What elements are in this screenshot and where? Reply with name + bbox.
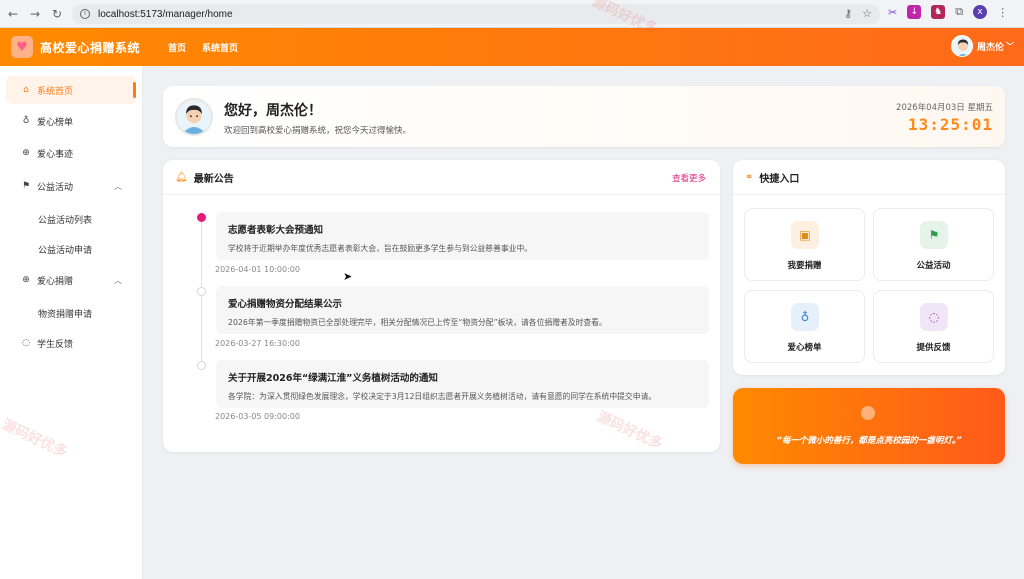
sidebar-item-label: 学生反馈 bbox=[37, 339, 74, 350]
sidebar-item-donation[interactable]: ⊕ 爱心捐赠 ︿ bbox=[6, 266, 136, 294]
motto-card: “每一个微小的善行，都是点亮校园的一盏明灯。” bbox=[733, 388, 1005, 464]
current-date: 2026年04月03日 星期五 bbox=[896, 103, 993, 113]
lightbulb-icon bbox=[861, 406, 875, 420]
announcements-header: 🔔︎ 最新公告 查看更多 bbox=[163, 160, 720, 195]
quick-tile-label: 我要捐赠 bbox=[787, 261, 822, 271]
quick-tile-label: 提供反馈 bbox=[916, 343, 951, 353]
url-text: localhost:5173/manager/home bbox=[98, 8, 233, 20]
announcement-title: 志愿者表彰大会预通知 bbox=[228, 225, 324, 236]
announcement-body: 学校将于近期举办年度优秀志愿者表彰大会，旨在鼓励更多学生参与到公益慈善事业中。 bbox=[228, 244, 533, 253]
back-icon[interactable]: ← bbox=[4, 5, 22, 23]
sidebar-item-home[interactable]: ⌂ 系统首页 bbox=[6, 76, 136, 104]
sidebar-item-activity-apply[interactable]: 公益活动申请 bbox=[38, 243, 92, 256]
motto-text: “每一个微小的善行，都是点亮校园的一盏明灯。” bbox=[776, 436, 962, 446]
sidebar-item-label: 系统首页 bbox=[37, 86, 74, 97]
quick-ranking-button[interactable]: ♁ 爱心榜单 bbox=[744, 290, 865, 363]
chevron-up-icon: ︿ bbox=[114, 181, 122, 191]
app-header: ♥ 高校爱心捐赠系统 首页 系统首页 周杰伦 ﹀ bbox=[0, 28, 1024, 66]
bookmark-star-icon[interactable]: ☆ bbox=[862, 7, 872, 20]
timeline-dot bbox=[197, 213, 206, 222]
announcement-title: 爱心捐赠物资分配结果公示 bbox=[228, 299, 343, 310]
announcement-time: 2026-04-01 10:00:00 bbox=[215, 265, 300, 274]
home-icon: ⌂ bbox=[23, 85, 29, 95]
flag-icon: ⚑ bbox=[21, 181, 31, 191]
current-time: 13:25:01 bbox=[907, 115, 993, 134]
sidebar: ⌂ 系统首页 ♁ 爱心榜单 ⊕ 爱心事迹 ⚑ 公益活动 ︿ 公益活动列表 公益活… bbox=[0, 66, 143, 579]
sidebar-item-label: 爱心榜单 bbox=[37, 117, 74, 128]
browser-toolbar: ← → ↻ i localhost:5173/manager/home ⚷ ☆ … bbox=[0, 0, 1024, 28]
timeline-dot bbox=[197, 361, 206, 370]
sidebar-item-label: 爱心捐赠 bbox=[37, 276, 74, 287]
extension-icon[interactable]: ♞ bbox=[931, 5, 946, 19]
sidebar-item-label: 公益活动 bbox=[37, 182, 74, 193]
app-title: 高校爱心捐赠系统 bbox=[40, 40, 141, 55]
sidebar-item-charity-activities[interactable]: ⚑ 公益活动 ︿ bbox=[6, 172, 136, 200]
forward-icon[interactable]: → bbox=[26, 5, 44, 23]
timeline-dot bbox=[197, 287, 206, 296]
site-info-icon[interactable]: i bbox=[80, 9, 90, 19]
breadcrumb: 首页 系统首页 bbox=[168, 41, 238, 54]
announcement-body: 2026年第一季度捐赠物资已全部处理完毕，相关分配情况已上传至“物资分配”板块，… bbox=[228, 318, 607, 327]
quick-feedback-button[interactable]: ◌ 提供反馈 bbox=[873, 290, 994, 363]
quick-entry-title: 快捷入口 bbox=[759, 173, 800, 185]
address-bar[interactable]: i localhost:5173/manager/home ⚷ ☆ bbox=[72, 4, 880, 24]
announcement-title: 关于开展2026年“绿满江淮”义务植树活动的通知 bbox=[228, 373, 438, 384]
key-icon[interactable]: ⚷ bbox=[844, 7, 852, 20]
quick-activities-button[interactable]: ⚑ 公益活动 bbox=[873, 208, 994, 281]
user-menu[interactable]: 周杰伦 ﹀ bbox=[950, 35, 1014, 57]
view-more-link[interactable]: 查看更多 bbox=[672, 172, 706, 184]
quick-donate-button[interactable]: ▣ 我要捐赠 bbox=[744, 208, 865, 281]
sidebar-item-activity-list[interactable]: 公益活动列表 bbox=[38, 213, 92, 226]
announcement-time: 2026-03-05 09:00:00 bbox=[215, 412, 300, 421]
bell-icon: 🔔︎ bbox=[175, 171, 188, 183]
heart-logo-icon: ♥ bbox=[11, 36, 33, 58]
announcement-time: 2026-03-27 16:30:00 bbox=[215, 339, 300, 348]
announcement-item[interactable]: 爱心捐赠物资分配结果公示 2026年第一季度捐赠物资已全部处理完毕，相关分配情况… bbox=[216, 286, 709, 334]
download-extension-icon[interactable]: ↓ bbox=[907, 5, 922, 19]
welcome-card: 您好，周杰伦！ 欢迎回到高校爱心捐赠系统，祝您今天过得愉快。 2026年04月0… bbox=[163, 86, 1005, 147]
medkit-icon: ⊕ bbox=[22, 148, 30, 158]
sidebar-item-label: 爱心事迹 bbox=[37, 149, 74, 160]
chat-icon: ◌ bbox=[22, 338, 30, 348]
chevron-down-icon: ﹀ bbox=[1006, 41, 1014, 51]
medal-icon: ♁ bbox=[791, 303, 819, 331]
sidebar-item-feedback[interactable]: ◌ 学生反馈 bbox=[6, 329, 136, 357]
quick-entry-header: ⚭ 快捷入口 bbox=[733, 160, 1005, 195]
profile-icon[interactable]: x bbox=[973, 5, 988, 19]
link-icon: ⚭ bbox=[745, 171, 754, 183]
nav-home[interactable]: 首页 bbox=[168, 41, 186, 54]
announcement-body: 各学院：为深入贯彻绿色发展理念，学校决定于3月12日组织志愿者开展义务植树活动，… bbox=[228, 392, 657, 401]
welcome-subtitle: 欢迎回到高校爱心捐赠系统，祝您今天过得愉快。 bbox=[224, 126, 412, 136]
user-name: 周杰伦 bbox=[976, 42, 1004, 53]
greeting: 您好，周杰伦！ bbox=[224, 103, 322, 119]
flag-icon: ⚑ bbox=[920, 221, 948, 249]
avatar bbox=[175, 98, 213, 136]
nav-system-home[interactable]: 系统首页 bbox=[202, 41, 238, 54]
announcements-title: 最新公告 bbox=[193, 173, 234, 185]
quick-tile-label: 公益活动 bbox=[916, 261, 951, 271]
sidebar-item-love-stories[interactable]: ⊕ 爱心事迹 bbox=[6, 139, 136, 167]
chat-icon: ◌ bbox=[920, 303, 948, 331]
puzzle-icon[interactable]: ⧉ bbox=[955, 5, 963, 19]
scissors-icon[interactable]: ✂ bbox=[888, 6, 897, 19]
avatar bbox=[950, 35, 973, 57]
mouse-cursor-icon: ➤ bbox=[343, 270, 353, 283]
announcement-item[interactable]: 关于开展2026年“绿满江淮”义务植树活动的通知 各学院：为深入贯彻绿色发展理念… bbox=[216, 360, 709, 408]
reload-icon[interactable]: ↻ bbox=[48, 5, 66, 23]
menu-dots-icon[interactable]: ⋮ bbox=[997, 6, 1008, 19]
sidebar-item-material-donation[interactable]: 物资捐赠申请 bbox=[38, 307, 92, 320]
announcements-card: 🔔︎ 最新公告 查看更多 志愿者表彰大会预通知 学校将于近期举办年度优秀志愿者表… bbox=[163, 160, 720, 452]
chevron-up-icon: ︿ bbox=[114, 275, 122, 285]
medkit-icon: ⊕ bbox=[22, 275, 30, 285]
quick-entry-card: ⚭ 快捷入口 ▣ 我要捐赠 ⚑ 公益活动 ♁ 爱心榜单 ◌ 提供反馈 bbox=[733, 160, 1005, 375]
quick-tile-label: 爱心榜单 bbox=[787, 343, 822, 353]
gift-icon: ▣ bbox=[791, 221, 819, 249]
medal-icon: ♁ bbox=[22, 116, 30, 126]
sidebar-item-love-ranking[interactable]: ♁ 爱心榜单 bbox=[6, 107, 136, 135]
announcement-item[interactable]: 志愿者表彰大会预通知 学校将于近期举办年度优秀志愿者表彰大会，旨在鼓励更多学生参… bbox=[216, 212, 709, 260]
